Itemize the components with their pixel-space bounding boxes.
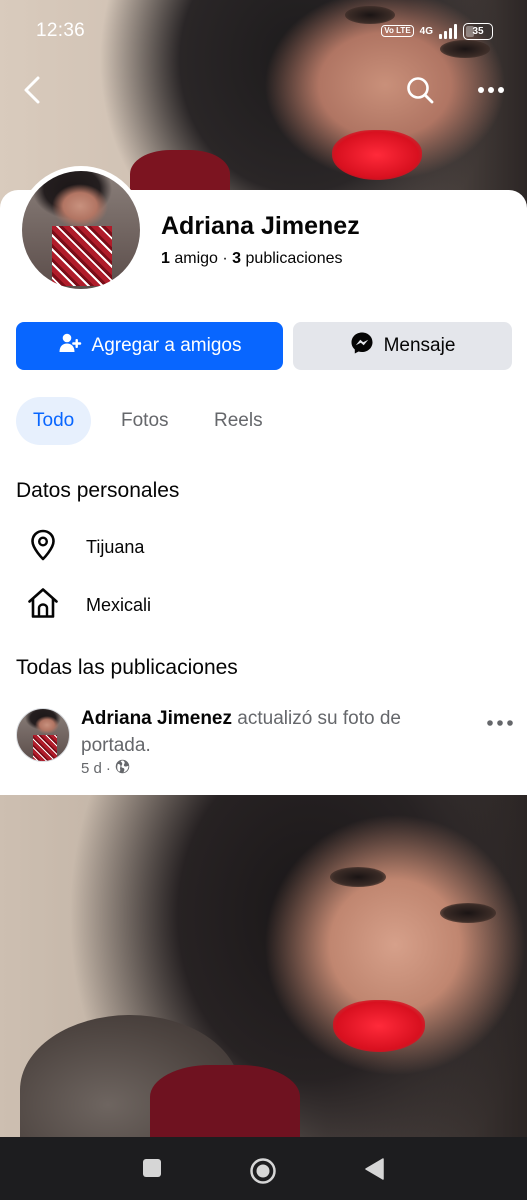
avatar bbox=[22, 171, 140, 289]
status-icons: Vo LTE 4G 35 bbox=[381, 22, 493, 40]
personal-details-title: Datos personales bbox=[16, 479, 180, 502]
profile-picture[interactable] bbox=[17, 166, 145, 294]
profile-stats: 1 amigo · 3 publicaciones bbox=[161, 250, 342, 268]
messenger-icon bbox=[350, 331, 374, 361]
post-meta: 5 d · bbox=[81, 759, 130, 778]
post-author-avatar[interactable] bbox=[16, 708, 70, 762]
post-photo-detail bbox=[330, 867, 386, 887]
post-more-options-icon[interactable] bbox=[486, 715, 516, 733]
detail-row-location[interactable]: Tijuana bbox=[26, 528, 144, 567]
detail-row-hometown[interactable]: Mexicali bbox=[26, 586, 151, 625]
location-pin-icon bbox=[26, 528, 60, 567]
more-options-icon[interactable] bbox=[476, 78, 506, 107]
post-header-text: Adriana Jimenez actualizó su foto de por… bbox=[81, 705, 461, 759]
posts-label: publicaciones bbox=[245, 250, 343, 267]
posts-count: 3 bbox=[232, 250, 242, 267]
search-icon[interactable] bbox=[405, 75, 435, 110]
stats-separator: · bbox=[222, 250, 228, 267]
cover-photo-detail bbox=[332, 130, 422, 180]
add-friend-label: Agregar a amigos bbox=[91, 335, 242, 356]
profile-name: Adriana Jimenez bbox=[161, 212, 360, 240]
detail-hometown-text: Mexicali bbox=[86, 595, 152, 615]
top-nav bbox=[0, 70, 527, 110]
network-type: 4G bbox=[419, 25, 433, 37]
battery-level: 35 bbox=[472, 25, 484, 37]
add-friend-icon bbox=[58, 331, 82, 361]
recents-icon[interactable] bbox=[141, 1157, 163, 1184]
tab-photos[interactable]: Fotos bbox=[104, 397, 186, 445]
system-nav-bar bbox=[0, 1137, 527, 1200]
battery-icon: 35 bbox=[463, 22, 493, 40]
home-icon bbox=[26, 586, 60, 625]
tab-all[interactable]: Todo bbox=[16, 397, 92, 445]
post-photo[interactable] bbox=[0, 795, 527, 1137]
post-photo-detail bbox=[333, 1000, 425, 1052]
post-meta-separator: · bbox=[105, 760, 111, 777]
message-label: Mensaje bbox=[383, 335, 456, 356]
signal-icon bbox=[439, 23, 457, 39]
all-posts-title: Todas las publicaciones bbox=[16, 656, 238, 679]
back-nav-icon[interactable] bbox=[363, 1157, 387, 1186]
status-time: 12:36 bbox=[36, 20, 86, 41]
post-photo-detail bbox=[440, 903, 496, 923]
detail-location-text: Tijuana bbox=[86, 537, 145, 557]
add-friend-button[interactable]: Agregar a amigos bbox=[16, 322, 283, 370]
tab-reels[interactable]: Reels bbox=[197, 397, 280, 445]
message-button[interactable]: Mensaje bbox=[293, 322, 512, 370]
volte-icon: Vo LTE bbox=[381, 25, 414, 37]
back-icon[interactable] bbox=[20, 74, 44, 111]
globe-icon bbox=[115, 759, 130, 778]
home-button-icon[interactable] bbox=[249, 1157, 277, 1190]
friends-count[interactable]: 1 bbox=[161, 250, 170, 267]
post-author-name[interactable]: Adriana Jimenez bbox=[81, 708, 232, 729]
post-photo-detail bbox=[150, 1065, 300, 1137]
post-time[interactable]: 5 d bbox=[81, 760, 102, 777]
friends-label[interactable]: amigo bbox=[174, 250, 218, 267]
status-bar: 12:36 Vo LTE 4G 35 bbox=[0, 0, 527, 62]
